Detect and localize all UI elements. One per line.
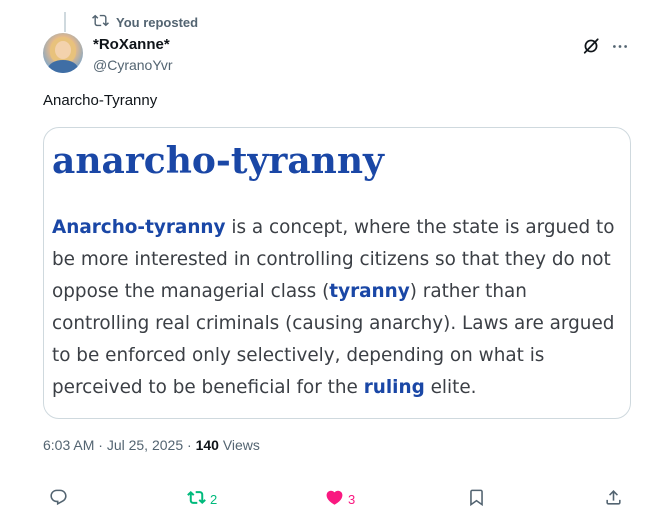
like-count: 3: [348, 491, 356, 507]
avatar[interactable]: [43, 33, 83, 73]
repost-icon: [187, 488, 206, 510]
like-button[interactable]: 3: [325, 486, 355, 512]
more-options-icon[interactable]: [609, 36, 631, 56]
views-label: Views: [218, 437, 260, 453]
post-meta: 6:03 AM · Jul 25, 2025 · 140 Views: [43, 437, 260, 453]
post-time[interactable]: 6:03 AM: [43, 437, 94, 453]
bookmark-button[interactable]: [467, 486, 486, 512]
card-term: ruling: [363, 377, 425, 398]
image-card[interactable]: anarcho-tyranny Anarcho-tyranny is a con…: [43, 127, 631, 419]
reply-button[interactable]: [49, 486, 68, 512]
card-heading: anarcho-tyranny: [52, 140, 384, 182]
bookmark-icon: [467, 488, 486, 510]
card-body: Anarcho-tyranny is a concept, where the …: [52, 212, 627, 404]
card-text: elite.: [424, 377, 477, 398]
handle[interactable]: @CyranoYvr: [93, 57, 173, 73]
tweet-text: Anarcho-Tyranny: [43, 92, 158, 109]
post-date[interactable]: Jul 25, 2025: [107, 437, 183, 453]
share-icon: [604, 488, 623, 510]
repost-indicator[interactable]: You reposted: [92, 13, 198, 31]
card-term: tyranny: [329, 281, 410, 302]
repost-icon: [92, 12, 109, 32]
repost-label: You reposted: [116, 14, 199, 30]
views-count: 140: [195, 437, 219, 453]
reply-icon: [49, 488, 68, 510]
grok-icon[interactable]: [582, 37, 600, 55]
action-bar: 2 3: [43, 486, 633, 512]
heart-icon: [325, 488, 344, 510]
display-name[interactable]: *RoXanne*: [93, 36, 170, 53]
repost-button[interactable]: 2: [187, 486, 217, 512]
meta-separator: ·: [94, 437, 107, 453]
card-term: Anarcho-tyranny: [52, 217, 226, 238]
share-button[interactable]: [604, 486, 623, 512]
thread-line: [64, 12, 66, 32]
meta-separator: ·: [183, 437, 196, 453]
repost-count: 2: [210, 491, 218, 507]
